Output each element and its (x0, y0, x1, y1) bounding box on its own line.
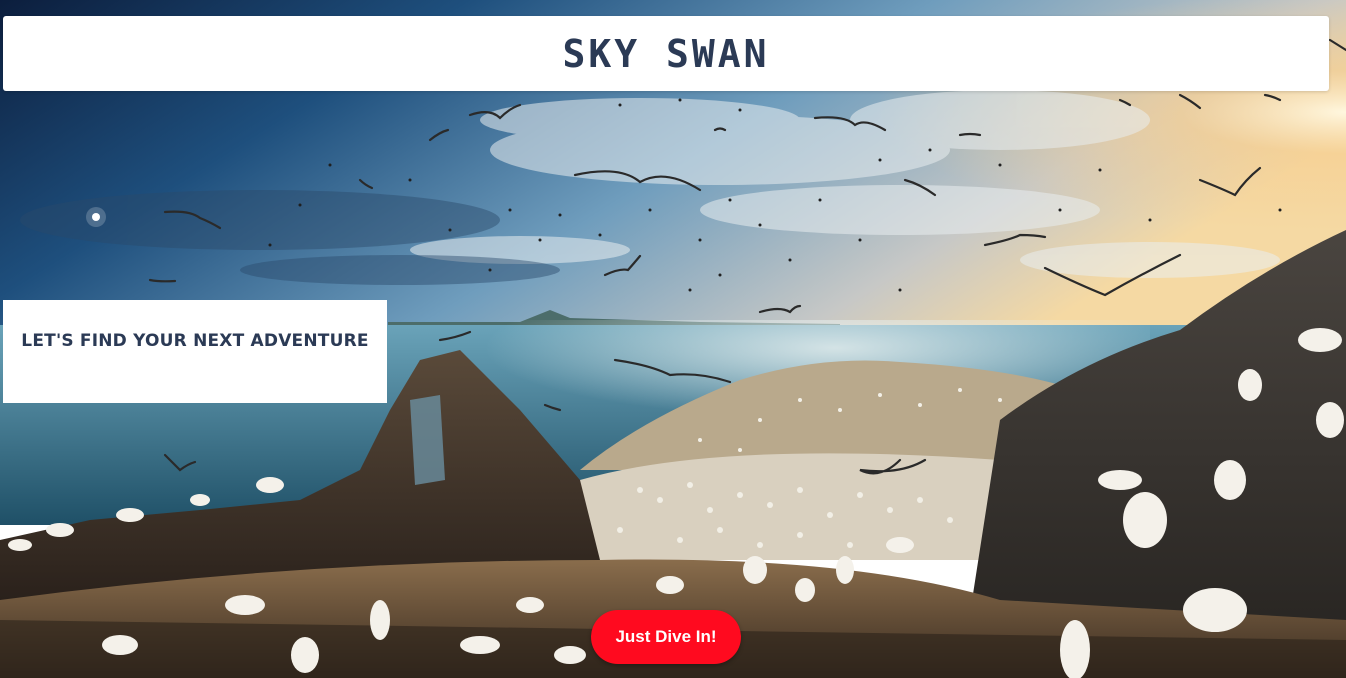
tagline-panel: LET'S FIND YOUR NEXT ADVENTURE (3, 300, 387, 403)
hero-tagline: LET'S FIND YOUR NEXT ADVENTURE (21, 331, 369, 351)
site-title[interactable]: SKY SWAN (562, 32, 769, 76)
just-dive-in-button[interactable]: Just Dive In! (591, 610, 741, 664)
header-bar: SKY SWAN (3, 16, 1329, 91)
